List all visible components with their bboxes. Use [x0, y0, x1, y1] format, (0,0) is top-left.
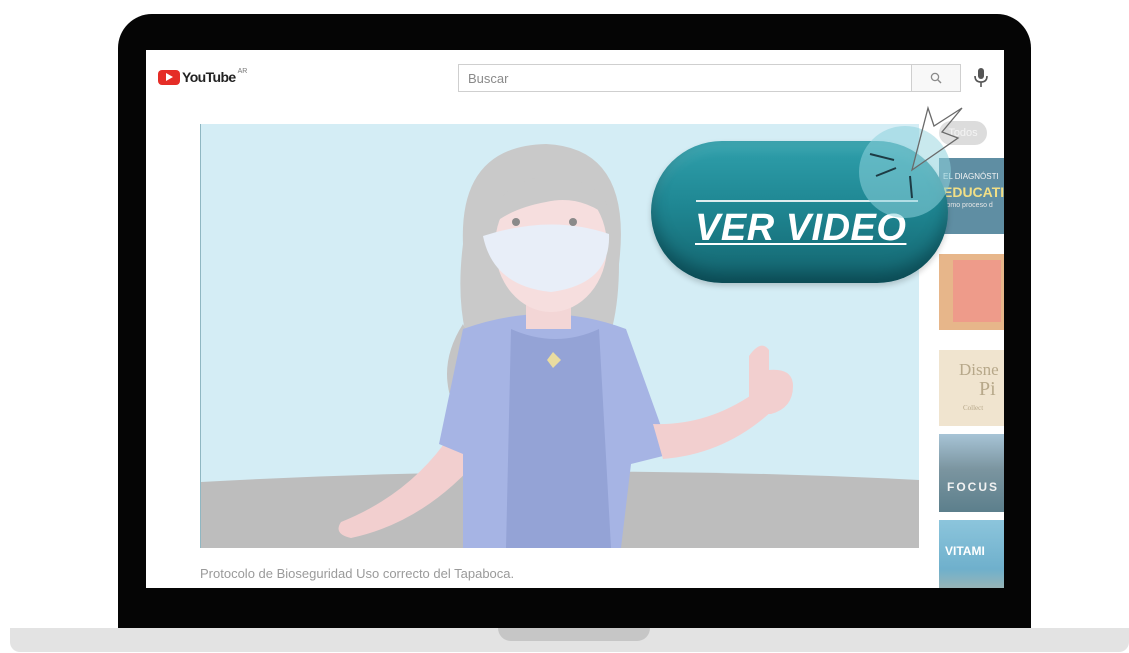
- ver-video-label: VER VIDEO: [695, 207, 907, 249]
- search-input[interactable]: [459, 65, 911, 91]
- video-title[interactable]: Protocolo de Bioseguridad Uso correcto d…: [200, 566, 514, 581]
- search-button[interactable]: [911, 64, 961, 92]
- related-video-thumbnail[interactable]: [939, 254, 1004, 330]
- laptop-mockup: YouTube AR Buscar Protocolo de Bioseguri…: [0, 0, 1129, 653]
- youtube-logo[interactable]: YouTube AR: [158, 67, 248, 85]
- related-video-thumbnail[interactable]: FOCUS: [939, 434, 1004, 512]
- youtube-logo-text: YouTube: [182, 69, 236, 85]
- country-code: AR: [237, 67, 248, 75]
- laptop-notch: [498, 628, 650, 641]
- search-box: [458, 64, 911, 92]
- thumbnail-graphic: [953, 260, 1001, 322]
- youtube-play-icon: [158, 69, 180, 85]
- search-icon: [930, 72, 942, 84]
- microphone-icon[interactable]: [972, 67, 990, 89]
- cursor-click-icon: [869, 105, 963, 199]
- related-video-thumbnail[interactable]: Disne Pi Collect: [939, 350, 1004, 426]
- youtube-header: YouTube AR: [146, 50, 1004, 104]
- related-video-thumbnail[interactable]: VITAMI: [939, 520, 1004, 588]
